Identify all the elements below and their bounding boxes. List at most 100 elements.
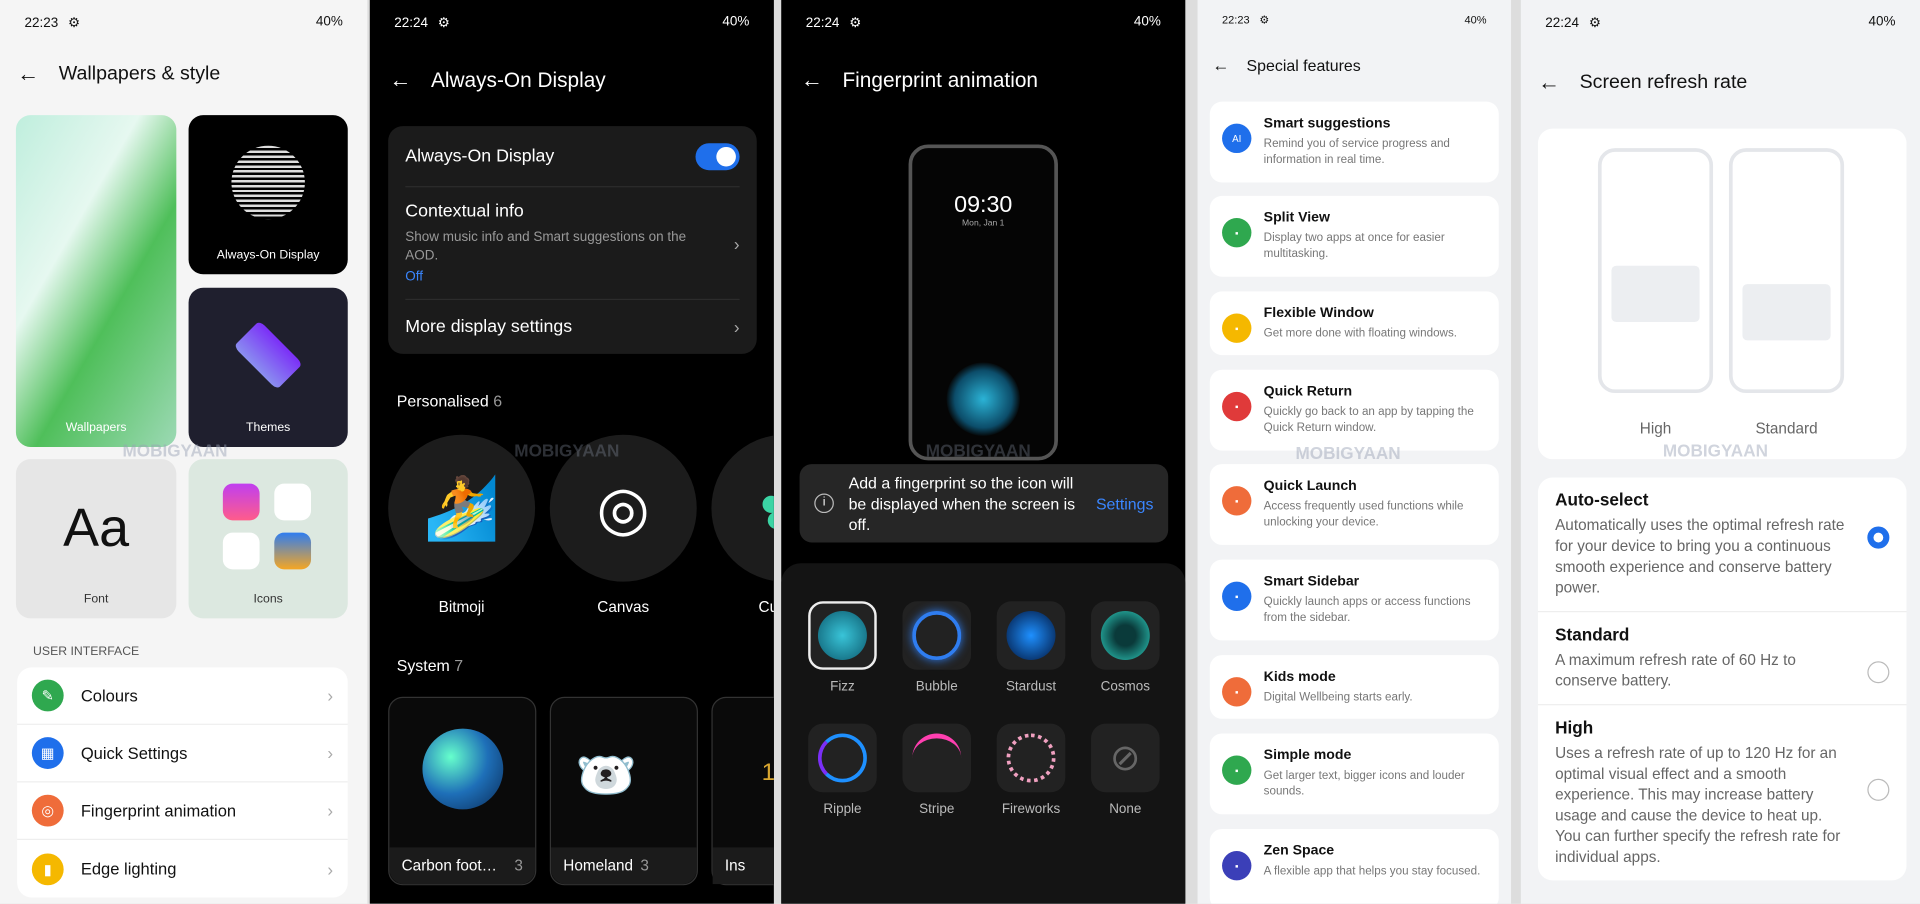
feature-card[interactable]: ▪ Quick Return Quickly go back to an app b… bbox=[1209, 369, 1499, 451]
aod-settings-card: Always-On Display Contextual info Show mu… bbox=[388, 126, 757, 354]
feature-desc: Remind you of service progress and infor… bbox=[1263, 137, 1450, 167]
settings-list: ✎ Colours › ▦ Quick Settings › ◎ Fingerprint … bbox=[17, 667, 348, 898]
chevron-right-icon: › bbox=[733, 317, 740, 337]
fireworks-option[interactable] bbox=[996, 723, 1066, 793]
themes-tile[interactable]: Themes bbox=[188, 287, 348, 447]
page-title: Always-On Display bbox=[431, 67, 606, 92]
feature-icon: ▪ bbox=[1222, 581, 1252, 612]
feature-desc: Quickly launch apps or access functions … bbox=[1263, 595, 1471, 625]
ripple-option[interactable] bbox=[808, 723, 877, 793]
aod-toggle-row[interactable]: Always-On Display bbox=[405, 126, 740, 188]
aod-toggle[interactable] bbox=[695, 142, 740, 170]
feature-card[interactable]: ▪ Flexible Window Get more done with float… bbox=[1209, 291, 1499, 356]
refresh-option[interactable]: High Uses a refresh rate of up to 120 Hz … bbox=[1538, 705, 1907, 880]
contextual-info-row[interactable]: Contextual info Show music info and Smart… bbox=[405, 187, 740, 301]
option-label: Cosmos bbox=[1100, 679, 1151, 695]
refresh-options: Auto-select Automatically uses the optima… bbox=[1537, 477, 1907, 881]
stripe-option[interactable] bbox=[902, 723, 972, 793]
palette-icon: ✎ bbox=[31, 679, 64, 712]
fingerprint-notice: i Add a fingerprint so the icon will be … bbox=[799, 464, 1169, 543]
refresh-option[interactable]: Standard A maximum refresh rate of 60 Hz … bbox=[1537, 612, 1907, 706]
feature-icon: ▪ bbox=[1222, 851, 1252, 881]
battery-status: 40% bbox=[315, 14, 343, 30]
option-label: Ripple bbox=[823, 802, 862, 817]
row-label: Always-On Display bbox=[405, 146, 555, 166]
carbon-footprint-option[interactable]: Carbon foot… 3 bbox=[388, 696, 537, 886]
fizz-option[interactable] bbox=[808, 601, 877, 670]
row-label: More display settings bbox=[405, 317, 573, 337]
option-title: Auto-select bbox=[1555, 489, 1649, 510]
icons-tile[interactable]: Icons bbox=[188, 459, 348, 619]
refresh-option[interactable]: Auto-select Automatically uses the optima… bbox=[1537, 478, 1907, 613]
feature-icon: ▪ bbox=[1222, 677, 1252, 707]
status-time: 22:23 bbox=[24, 15, 59, 31]
feature-title: Smart suggestions bbox=[1263, 116, 1391, 132]
feature-desc: Access frequently used functions while u… bbox=[1263, 499, 1464, 529]
option-title: High bbox=[1555, 717, 1594, 738]
feature-title: Flexible Window bbox=[1263, 306, 1374, 321]
page-title: Special features bbox=[1246, 55, 1361, 75]
edge-lighting-row[interactable]: ▮ Edge lighting › bbox=[17, 840, 348, 898]
polar-bear-image: 🐻‍❄️ bbox=[575, 749, 637, 804]
back-arrow-icon[interactable]: ← bbox=[1538, 70, 1560, 96]
feature-icon: ▪ bbox=[1222, 486, 1252, 516]
settings-link[interactable]: Settings bbox=[1096, 494, 1154, 512]
aod-tile[interactable]: Always-On Display bbox=[188, 115, 348, 275]
section-header: USER INTERFACE bbox=[33, 645, 140, 659]
feature-title: Quick Return bbox=[1263, 384, 1353, 400]
preview-date: Mon, Jan 1 bbox=[962, 219, 1005, 228]
layers-icon bbox=[233, 320, 303, 390]
high-preview[interactable] bbox=[1597, 148, 1714, 394]
page-title: Fingerprint animation bbox=[842, 67, 1039, 92]
battery-status: 40% bbox=[1868, 14, 1896, 30]
back-arrow-icon[interactable]: ← bbox=[1212, 55, 1229, 75]
font-tile[interactable]: Aa Font bbox=[15, 459, 177, 619]
chevron-right-icon: › bbox=[327, 858, 334, 879]
feature-title: Zen Space bbox=[1263, 843, 1335, 859]
standard-preview[interactable] bbox=[1728, 148, 1845, 394]
feature-icon: AI bbox=[1222, 123, 1252, 154]
none-option[interactable]: ⊘ bbox=[1091, 723, 1160, 793]
wallpapers-tile[interactable]: Wallpapers bbox=[15, 115, 177, 447]
fingerprint-animation-row[interactable]: ◎ Fingerprint animation › bbox=[17, 782, 348, 841]
refresh-preview-card: High Standard bbox=[1537, 128, 1907, 460]
feature-card[interactable]: ▪ Zen Space A flexible app that helps you … bbox=[1209, 828, 1499, 904]
feature-desc: Digital Wellbeing starts early. bbox=[1263, 690, 1413, 705]
back-arrow-icon[interactable]: ← bbox=[17, 61, 39, 87]
bubble-option[interactable] bbox=[902, 601, 972, 670]
aod-graphic bbox=[231, 145, 305, 220]
feature-card[interactable]: ▪ Smart Sidebar Quickly launch apps or acc… bbox=[1209, 559, 1499, 641]
homeland-option[interactable]: 🐻‍❄️ Homeland 3 bbox=[549, 696, 698, 886]
feature-card[interactable]: ▪ Simple mode Get larger text, bigger icon… bbox=[1209, 733, 1499, 815]
battery-status: 40% bbox=[722, 14, 750, 30]
option-label: Stripe bbox=[919, 802, 955, 817]
feature-card[interactable]: ▪ Split View Display two apps at once for … bbox=[1209, 195, 1499, 277]
back-arrow-icon[interactable]: ← bbox=[801, 67, 823, 93]
radio-button[interactable] bbox=[1867, 778, 1890, 801]
edge-lighting-icon: ▮ bbox=[31, 852, 64, 885]
radio-button[interactable] bbox=[1867, 526, 1890, 549]
bitmoji-option[interactable]: 🏄 bbox=[388, 434, 536, 582]
back-arrow-icon[interactable]: ← bbox=[389, 67, 411, 93]
stardust-option[interactable] bbox=[996, 601, 1066, 670]
feature-card[interactable]: ▪ Quick Launch Access frequently used func… bbox=[1209, 464, 1499, 545]
status-time: 22:23 bbox=[1222, 13, 1250, 26]
quick-settings-row[interactable]: ▦ Quick Settings › bbox=[17, 725, 348, 783]
option-title: Standard bbox=[1555, 624, 1630, 645]
watermark: MOBIGYAAN bbox=[1295, 443, 1401, 463]
option-label: Bubble bbox=[915, 679, 958, 695]
watermark: MOBIGYAAN bbox=[122, 440, 228, 461]
feature-card[interactable]: ▪ Kids mode Digital Wellbeing starts early… bbox=[1209, 655, 1499, 719]
cosmos-option[interactable] bbox=[1091, 601, 1160, 670]
row-label: Edge lighting bbox=[80, 859, 177, 878]
prohibited-icon: ⊘ bbox=[1109, 737, 1141, 779]
ins-option[interactable]: 19 Ins bbox=[711, 696, 774, 886]
radio-button[interactable] bbox=[1867, 661, 1890, 684]
option-desc: Automatically uses the optimal refresh r… bbox=[1555, 516, 1845, 597]
more-display-settings-row[interactable]: More display settings › bbox=[405, 300, 739, 354]
feature-card[interactable]: AI Smart suggestions Remind you of service… bbox=[1209, 101, 1499, 183]
option-label: Stardust bbox=[1005, 679, 1057, 695]
custom-option[interactable]: ✿ bbox=[711, 434, 774, 582]
colours-row[interactable]: ✎ Colours › bbox=[17, 667, 348, 725]
watermark: MOBIGYAAN bbox=[925, 440, 1031, 461]
